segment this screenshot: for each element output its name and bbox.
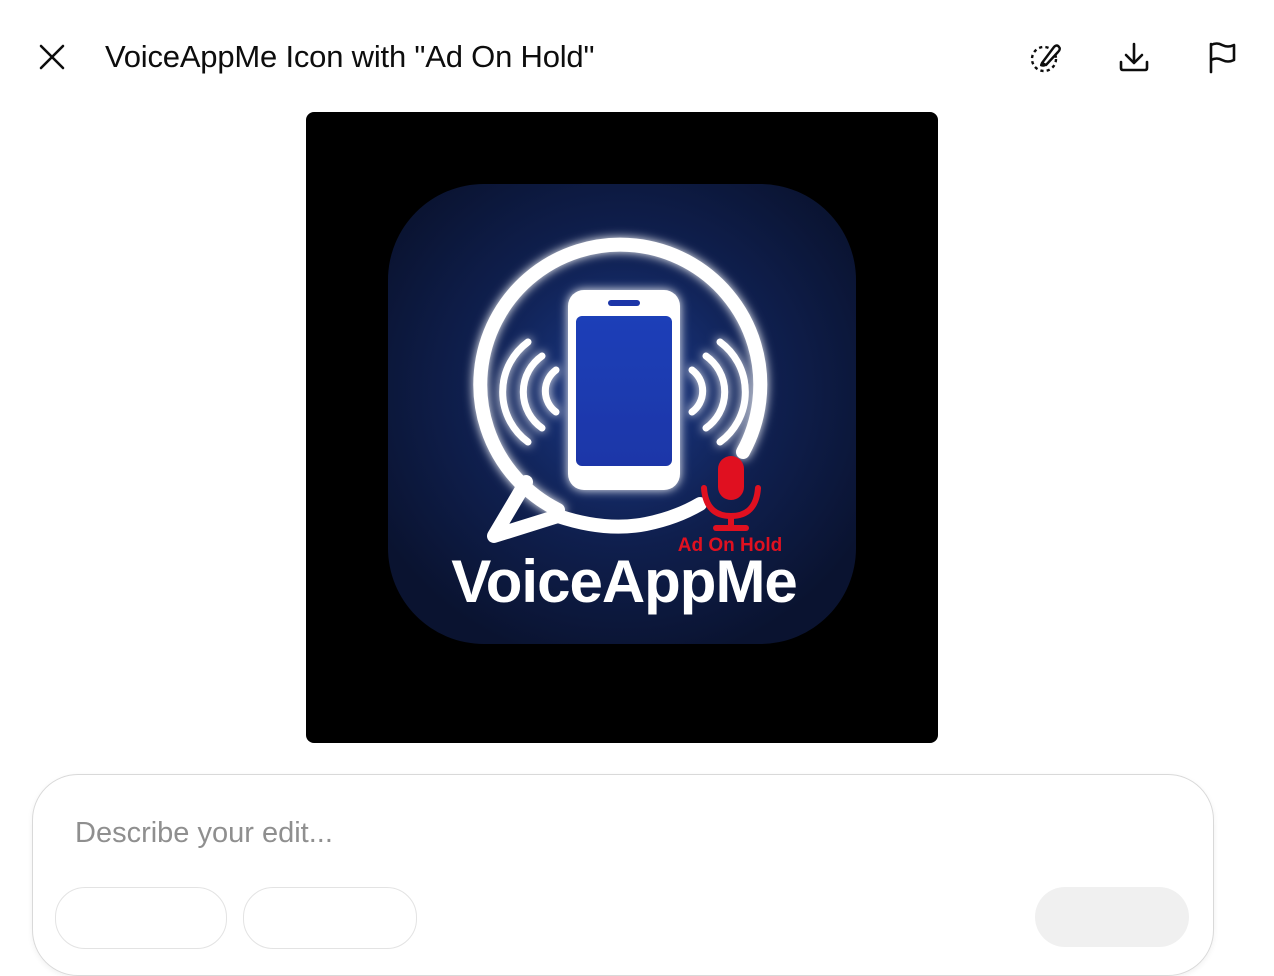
download-icon	[1119, 42, 1149, 72]
download-button[interactable]	[1111, 34, 1157, 80]
generated-image: Ad On Hold VoiceAppMe	[306, 112, 938, 743]
brand-text: VoiceAppMe	[451, 548, 797, 615]
edit-prompt-input[interactable]	[75, 811, 1175, 855]
close-button[interactable]	[30, 36, 74, 78]
report-button[interactable]	[1199, 34, 1245, 80]
composer-chip-2[interactable]	[243, 887, 417, 949]
submit-button[interactable]	[1035, 887, 1189, 947]
phone-illustration	[568, 290, 680, 490]
close-icon	[39, 44, 65, 70]
select-edit-icon	[1030, 44, 1061, 73]
flag-icon	[1209, 42, 1236, 74]
composer-chip-1[interactable]	[55, 887, 227, 949]
select-edit-button[interactable]	[1023, 34, 1069, 80]
header-bar: VoiceAppMe Icon with "Ad On Hold"	[0, 0, 1274, 112]
edit-composer	[32, 774, 1214, 976]
page-title: VoiceAppMe Icon with "Ad On Hold"	[105, 39, 595, 74]
